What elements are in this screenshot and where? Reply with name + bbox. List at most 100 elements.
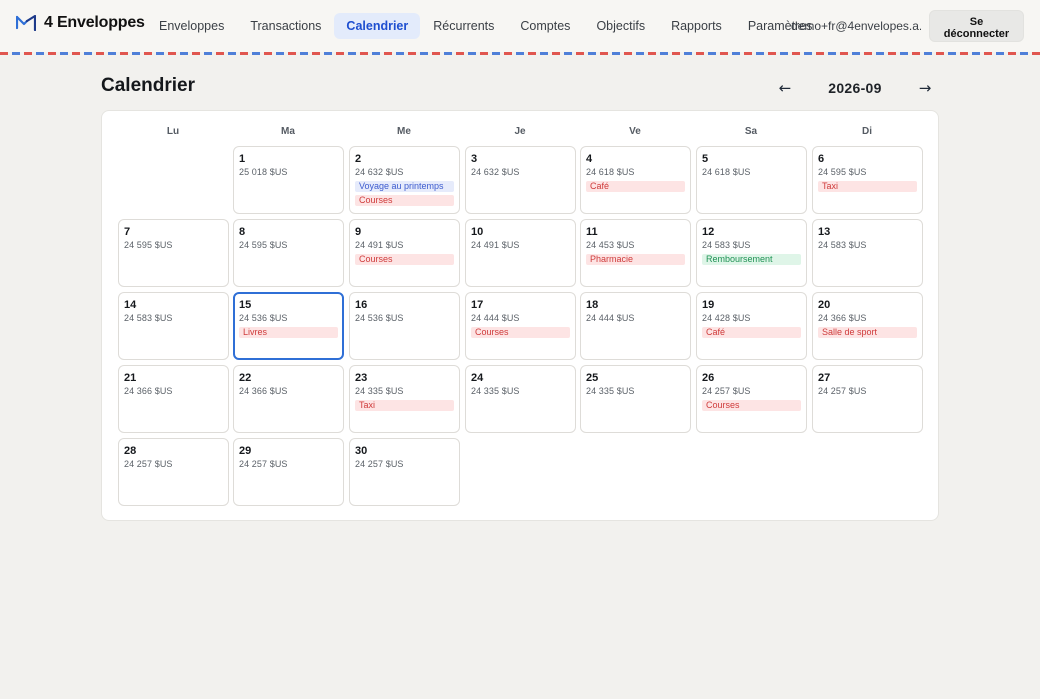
nav-tab-enveloppes[interactable]: Enveloppes [146,13,237,39]
transaction-tag[interactable]: Café [586,181,685,192]
transaction-tag[interactable]: Salle de sport [818,327,917,338]
day-balance: 24 257 $US [702,386,751,396]
calendar-day-cell[interactable]: 5 24 618 $US [696,146,807,214]
day-number: 19 [702,299,715,311]
day-balance: 24 632 $US [471,167,520,177]
nav-tab-calendrier[interactable]: Calendrier [334,13,421,39]
transaction-tag[interactable]: Courses [702,400,801,411]
calendar-day-cell[interactable]: 8 24 595 $US [233,219,344,287]
day-balance: 24 366 $US [818,313,867,323]
day-balance: 24 444 $US [471,313,520,323]
calendar-day-cell[interactable]: 22 24 366 $US [233,365,344,433]
day-number: 12 [702,226,715,238]
calendar-day-cell[interactable]: 27 24 257 $US [812,365,923,433]
calendar-card: Lu Ma Me Je Ve Sa Di 1 25 018 $US 2 24 632 $US Voya… [101,110,939,521]
calendar-day-cell[interactable]: 1 25 018 $US [233,146,344,214]
day-balance: 24 453 $US [586,240,635,250]
calendar-day-cell[interactable]: 28 24 257 $US [118,438,229,506]
calendar-day-cell[interactable]: 24 24 335 $US [465,365,576,433]
brand[interactable]: 4 Enveloppes [16,14,145,32]
day-balance: 24 444 $US [586,313,635,323]
transaction-tag[interactable]: Café [702,327,801,338]
calendar-day-cell[interactable]: 15 24 536 $US Livres [233,292,344,360]
current-month-label: 2026-09 [828,80,882,96]
calendar-day-cell[interactable]: 10 24 491 $US [465,219,576,287]
month-navigation: ← 2026-09 → [771,76,939,100]
day-number: 15 [239,299,252,311]
nav-tab-recurrents[interactable]: Récurrents [420,13,507,39]
day-number: 24 [471,372,484,384]
logout-button[interactable]: Se déconnecter [929,10,1024,42]
weekday-header: Di [862,126,872,137]
day-balance: 24 491 $US [355,240,404,250]
day-number: 9 [355,226,362,238]
day-balance: 24 257 $US [239,459,288,469]
day-balance: 24 618 $US [586,167,635,177]
day-balance: 24 428 $US [702,313,751,323]
transaction-tag[interactable]: Courses [355,254,454,265]
transaction-tag[interactable]: Courses [471,327,570,338]
calendar-day-cell[interactable]: 23 24 335 $US Taxi [349,365,460,433]
day-number: 6 [818,153,825,165]
transaction-tag[interactable]: Taxi [355,400,454,411]
day-number: 21 [124,372,137,384]
day-balance: 24 335 $US [471,386,520,396]
page-title: Calendrier [101,75,195,96]
calendar-day-cell[interactable]: 2 24 632 $US Voyage au printemps Courses [349,146,460,214]
nav-tab-transactions[interactable]: Transactions [237,13,334,39]
day-number: 23 [355,372,368,384]
day-number: 22 [239,372,252,384]
transaction-tag[interactable]: Voyage au printemps [355,181,454,192]
calendar-day-cell[interactable]: 9 24 491 $US Courses [349,219,460,287]
calendar-day-cell[interactable]: 19 24 428 $US Café [696,292,807,360]
calendar-day-cell[interactable]: 26 24 257 $US Courses [696,365,807,433]
day-balance: 24 257 $US [355,459,404,469]
airmail-stripe-divider [0,52,1040,55]
day-balance: 25 018 $US [239,167,288,177]
calendar-day-cell[interactable]: 14 24 583 $US [118,292,229,360]
transaction-tag[interactable]: Remboursement [702,254,801,265]
calendar-day-cell[interactable]: 7 24 595 $US [118,219,229,287]
calendar-day-cell[interactable]: 6 24 595 $US Taxi [812,146,923,214]
day-number: 8 [239,226,246,238]
calendar-day-cell[interactable]: 11 24 453 $US Pharmacie [580,219,691,287]
day-balance: 24 618 $US [702,167,751,177]
calendar-day-cell[interactable]: 3 24 632 $US [465,146,576,214]
nav-tab-objectifs[interactable]: Objectifs [583,13,658,39]
calendar-day-cell[interactable]: 30 24 257 $US [349,438,460,506]
nav-tab-rapports[interactable]: Rapports [658,13,735,39]
day-number: 4 [586,153,593,165]
previous-month-button[interactable]: ← [771,76,799,100]
day-balance: 24 335 $US [586,386,635,396]
envelope-checkmark-logo-icon [16,15,36,31]
transaction-tag[interactable]: Pharmacie [586,254,685,265]
calendar-day-cell[interactable]: 17 24 444 $US Courses [465,292,576,360]
calendar-day-cell[interactable]: 16 24 536 $US [349,292,460,360]
day-number: 26 [702,372,715,384]
weekday-header: Je [514,126,526,137]
user-email: demo+fr@4envelopes.a... [791,19,921,33]
day-balance: 24 536 $US [239,313,288,323]
day-number: 5 [702,153,709,165]
day-number: 10 [471,226,484,238]
calendar-day-cell[interactable]: 20 24 366 $US Salle de sport [812,292,923,360]
day-balance: 24 595 $US [818,167,867,177]
calendar-day-cell[interactable]: 4 24 618 $US Café [580,146,691,214]
nav-tab-comptes[interactable]: Comptes [507,13,583,39]
transaction-tag[interactable]: Courses [355,195,454,206]
calendar-day-cell[interactable]: 29 24 257 $US [233,438,344,506]
day-balance: 24 366 $US [239,386,288,396]
transaction-tag[interactable]: Taxi [818,181,917,192]
calendar-day-cell[interactable]: 25 24 335 $US [580,365,691,433]
calendar-day-cell[interactable]: 13 24 583 $US [812,219,923,287]
transaction-tag[interactable]: Livres [239,327,338,338]
calendar-day-cell[interactable]: 12 24 583 $US Remboursement [696,219,807,287]
logout-label: Se déconnecter [943,15,1010,40]
calendar-day-cell[interactable]: 18 24 444 $US [580,292,691,360]
weekday-header: Sa [744,126,758,137]
day-balance: 24 366 $US [124,386,173,396]
calendar-day-cell[interactable]: 21 24 366 $US [118,365,229,433]
day-number: 30 [355,445,368,457]
weekday-header: Lu [166,126,180,137]
next-month-button[interactable]: → [911,76,939,100]
